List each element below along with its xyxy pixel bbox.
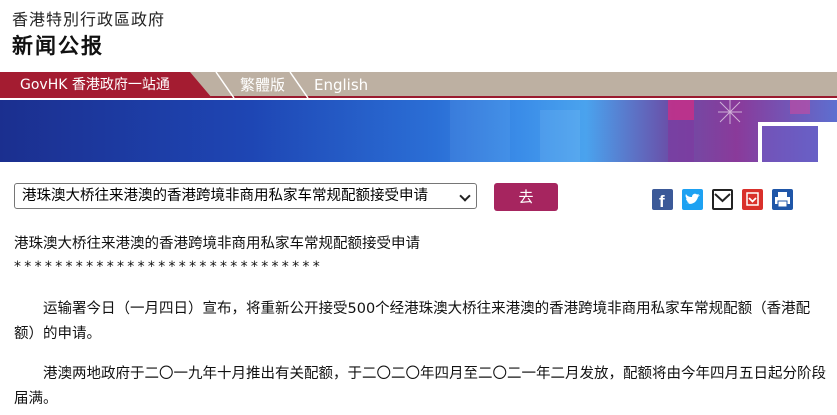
page-header: 香港特別行政區政府 新闻公报	[0, 0, 837, 72]
traditional-chinese-link[interactable]: 繁體版	[240, 72, 285, 98]
article-paragraph: 港澳两地政府于二〇一九年十月推出有关配额，于二〇二〇年四月至二〇二一年二月发放，…	[14, 366, 826, 407]
nav-separator	[289, 72, 309, 98]
facebook-icon[interactable]: f	[652, 189, 673, 210]
print-icon[interactable]	[772, 189, 793, 210]
svg-text:f: f	[659, 192, 665, 210]
article-paragraph: 运输署今日（一月四日）宣布，将重新公开接受500个经港珠澳大桥往来港澳的香港跨境…	[14, 301, 811, 342]
article-select[interactable]: 港珠澳大桥往来港澳的香港跨境非商用私家车常规配额接受申请	[14, 183, 477, 209]
article-title: 港珠澳大桥往来港澳的香港跨境非商用私家车常规配额接受申请	[14, 236, 420, 252]
email-icon[interactable]	[712, 189, 733, 210]
banner-image	[0, 100, 837, 162]
top-nav-bar: GovHK 香港政府一站通 繁體版 English	[0, 72, 837, 98]
banner-graphic	[450, 100, 837, 162]
twitter-icon[interactable]	[682, 189, 703, 210]
govhk-link[interactable]: GovHK 香港政府一站通	[0, 72, 212, 98]
government-name: 香港特別行政區政府	[12, 10, 166, 29]
chevron-down-icon	[459, 190, 471, 202]
bookmark-icon[interactable]	[742, 189, 763, 210]
article-select-value: 港珠澳大桥往来港澳的香港跨境非商用私家车常规配额接受申请	[22, 188, 428, 204]
go-button[interactable]: 去	[494, 183, 558, 211]
english-link[interactable]: English	[314, 72, 368, 98]
nav-separator	[215, 72, 235, 98]
title-separator-stars: ******************************	[14, 259, 323, 275]
site-title: 新闻公报	[12, 34, 104, 58]
article-header: 港珠澳大桥往来港澳的香港跨境非商用私家车常规配额接受申请 ***********…	[14, 234, 829, 277]
